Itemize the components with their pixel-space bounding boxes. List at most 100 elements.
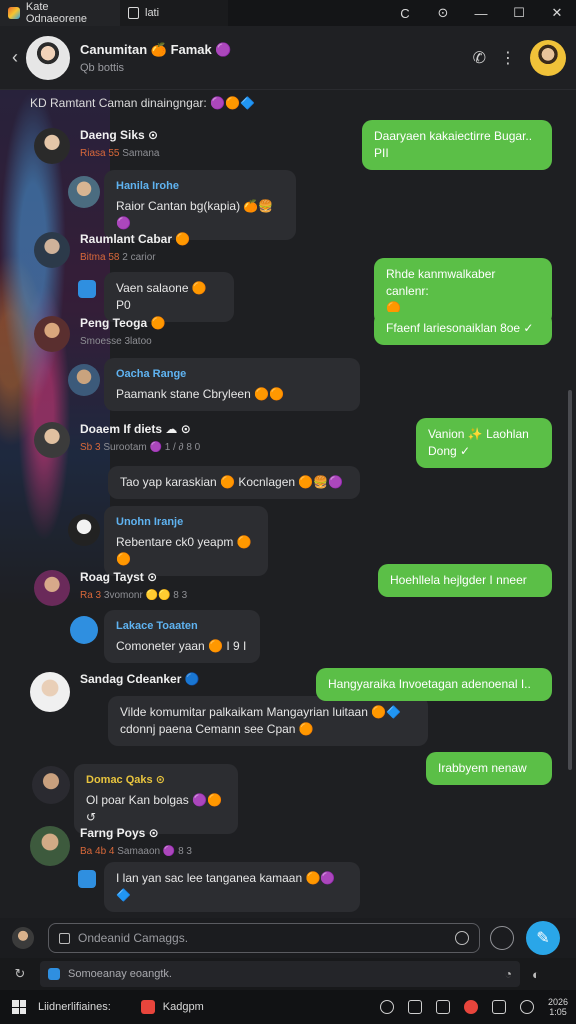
window-titlebar: Kate Odnaeorene lati C ⊙ — ☐ ✕ — [0, 0, 576, 26]
refresh-button[interactable]: C — [386, 0, 424, 26]
message-text: Vanion ✨ Laohlan — [428, 427, 529, 441]
user-avatar[interactable] — [530, 39, 566, 76]
sender-avatar[interactable] — [34, 316, 70, 352]
sender-avatar[interactable] — [34, 422, 70, 458]
chat-scrollbar[interactable] — [568, 390, 572, 770]
sticker-icon[interactable] — [455, 931, 469, 945]
message-bubble[interactable]: I lan yan sac lee tanganea kamaan 🟠🟣🔷 — [104, 862, 360, 912]
message-text: Vaen salaone 🟠 P0 — [116, 281, 207, 312]
message-text: Paamank stane Cbryleen 🟠🟠 — [116, 387, 284, 401]
reply-avatar[interactable] — [68, 514, 100, 546]
message-bubble[interactable]: Lakace Toaaten Comoneter yaan 🟠 I 9 I — [104, 610, 260, 663]
reply-author: Unohn Iranje — [116, 516, 184, 528]
sender-avatar[interactable] — [34, 570, 70, 606]
reply-author: Domac Qaks ⊙ — [86, 774, 165, 786]
pen-icon[interactable] — [435, 1000, 450, 1014]
check-icon[interactable] — [491, 1000, 506, 1014]
message-text: Ffaenf lariesonaiklan 8oe ✓ — [386, 321, 534, 335]
message-input-placeholder: Ondeanid Camaggs. — [78, 931, 189, 945]
more-icon[interactable]: ⋮ — [500, 48, 516, 68]
back-button[interactable]: ‹ — [4, 47, 26, 68]
start-icon[interactable] — [12, 1000, 26, 1014]
tab-document-label: lati — [145, 7, 160, 19]
sender-meta: Bitma 58 2 carior — [80, 252, 156, 263]
sender-name[interactable]: Doaem If diets ☁ ⊙ — [80, 422, 200, 436]
document-icon — [128, 7, 139, 19]
emoji-icon[interactable] — [490, 926, 514, 950]
close-button[interactable]: ✕ — [538, 0, 576, 26]
sender-name[interactable]: Peng Teoga 🟠 — [80, 316, 165, 330]
chat-header: ‹ Canumitan 🍊 Famak 🟣 Qb bottis ✆ ⋮ — [0, 26, 576, 90]
chat-title-block[interactable]: Canumitan 🍊 Famak 🟣 Qb bottis — [80, 42, 232, 74]
message-bubble[interactable]: Hanila Irohe Raior Cantan bg(kapia) 🍊🍔🟣 — [104, 170, 296, 240]
message-text: Vilde komumitar palkaikam Mangayrian lui… — [120, 705, 402, 719]
sender-name[interactable]: Farng Poys ⊙ — [80, 826, 192, 840]
sender-name[interactable]: Roag Tayst ⊙ — [80, 570, 187, 584]
record-button[interactable]: ⊙ — [424, 0, 462, 26]
message-bubble[interactable]: Vilde komumitar palkaikam Mangayrian lui… — [108, 696, 428, 746]
message-header: Farng Poys ⊙ Ba 4b 4 Samaaon 🟣 8 3 — [30, 826, 192, 866]
minimize-button[interactable]: — — [462, 0, 500, 26]
chat-icon[interactable] — [407, 1000, 422, 1014]
chat-subtitle: Qb bottis — [80, 61, 125, 74]
outgoing-bubble[interactable]: Daaryaen kakaiectirre Bugar.. PII — [362, 120, 552, 170]
sender-avatar[interactable] — [30, 672, 70, 712]
message-bubble[interactable]: Tao yap karaskian 🟠 Kocnlagen 🟠🍔🟣 — [108, 466, 360, 499]
message-input[interactable]: Ondeanid Camaggs. — [48, 923, 480, 953]
globe-icon[interactable] — [519, 1000, 534, 1014]
send-button[interactable]: ✎ — [526, 921, 560, 955]
outgoing-bubble[interactable]: Irabbyem nenaw — [426, 752, 552, 785]
attach-icon[interactable] — [59, 932, 70, 944]
clock-icon[interactable] — [379, 1000, 394, 1014]
sender-name[interactable]: Daeng Siks ⊙ — [80, 128, 160, 142]
message-header: Daeng Siks ⊙ Riasa 55 Samana — [34, 128, 160, 164]
outgoing-bubble[interactable]: Hangyaraika Invoetagan adenoenal I.. — [316, 668, 552, 701]
theme-icon[interactable]: ◐ — [532, 967, 540, 982]
message-text: I lan yan sac lee tanganea kamaan 🟠🟣🔷 — [116, 871, 336, 902]
sender-name[interactable]: Sandag Cdeanker 🔵 — [80, 672, 200, 686]
phone-icon[interactable]: ✆ — [473, 48, 486, 68]
message-header: Roag Tayst ⊙ Ra 3 3vomonr 🟡🟡 8 3 — [34, 570, 187, 606]
reply-avatar[interactable] — [68, 364, 100, 396]
sender-avatar[interactable] — [34, 232, 70, 268]
taskbar-clock[interactable]: 2026 1:05 — [548, 997, 568, 1017]
sender-avatar[interactable] — [30, 826, 70, 866]
tab-document[interactable]: lati — [120, 0, 228, 26]
sender-meta: Riasa 55 Samana — [80, 148, 160, 159]
taskbar-label[interactable]: Liidnerlifiaines: — [38, 1001, 111, 1013]
message-list[interactable]: KD Ramtant Caman dinaingngar: 🟣🟠🔷 Daeng … — [0, 90, 576, 918]
header-actions: ✆ ⋮ — [473, 39, 566, 76]
message-bubble[interactable]: Unohn Iranje Rebentare ck0 yeapm 🟠🟠 — [104, 506, 268, 576]
maximize-button[interactable]: ☐ — [500, 0, 538, 26]
message-header: Doaem If diets ☁ ⊙ Sb 3 Surootam 🟣 1 / ∂… — [34, 422, 200, 458]
music-icon[interactable] — [463, 1000, 478, 1014]
sender-name[interactable]: Raumlant Cabar 🟠 — [80, 232, 190, 246]
forward-icon — [78, 870, 96, 888]
outgoing-bubble[interactable]: Vanion ✨ Laohlan Dong ✓ — [416, 418, 552, 468]
message-bubble[interactable]: Vaen salaone 🟠 P0 — [104, 272, 234, 322]
message-bubble[interactable]: Domac Qaks ⊙ Ol poar Kan bolgas 🟣🟠 ↺ — [74, 764, 238, 834]
message-text-line2: Dong ✓ — [428, 444, 471, 458]
group-avatar[interactable] — [26, 35, 70, 80]
taskbar-app-label: Kadgpm — [162, 1001, 204, 1013]
sender-avatar[interactable] — [34, 128, 70, 164]
tab-app[interactable]: Kate Odnaeorene — [0, 0, 120, 26]
my-avatar[interactable] — [12, 927, 34, 949]
reply-author: Lakace Toaaten — [116, 620, 198, 632]
message-text: Irabbyem nenaw — [438, 761, 527, 775]
outgoing-bubble[interactable]: Hoehllela hejlgder I nneer — [378, 564, 552, 597]
reply-avatar[interactable] — [68, 176, 100, 208]
sender-meta: Ra 3 3vomonr 🟡🟡 8 3 — [80, 590, 188, 601]
message-text: Daaryaen kakaiectirre Bugar.. — [374, 129, 533, 143]
search-placeholder: Somoeanay eoangtk. — [68, 968, 172, 980]
history-icon[interactable]: ↻ — [0, 966, 40, 982]
forward-icon — [78, 280, 96, 298]
search-row: ↻ Somoeanay eoangtk. ◔ ◐ — [0, 958, 576, 990]
search-field[interactable]: Somoeanay eoangtk. ◔ — [40, 961, 520, 987]
message-bubble[interactable]: Oacha Range Paamank stane Cbryleen 🟠🟠 — [104, 358, 360, 411]
clock-icon[interactable]: ◔ — [505, 967, 512, 981]
sender-avatar[interactable] — [32, 766, 70, 804]
outgoing-bubble[interactable]: Ffaenf lariesonaiklan 8oe ✓ — [374, 312, 552, 345]
message-header: Raumlant Cabar 🟠 Bitma 58 2 carior — [34, 232, 190, 268]
taskbar-app[interactable]: Kadgpm — [140, 1000, 204, 1014]
